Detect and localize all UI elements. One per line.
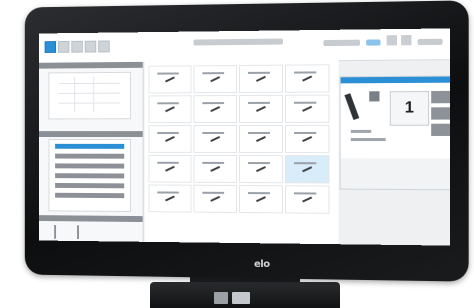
item-glyph-icon [210, 106, 221, 113]
detail-panel: 1 [339, 75, 450, 191]
status-badge [366, 39, 381, 46]
tool-icon [344, 93, 360, 121]
list-item[interactable] [55, 182, 125, 189]
detail-footer [340, 158, 450, 190]
app-toolbar [38, 28, 450, 64]
item-grid [144, 60, 339, 245]
item-glyph-icon [210, 76, 221, 83]
status-text [323, 39, 361, 47]
grid-cell[interactable] [284, 94, 330, 123]
item-glyph-icon [302, 135, 313, 143]
item-glyph-icon [302, 75, 313, 82]
info-badge-icon [369, 91, 380, 102]
quantity-display: 1 [389, 91, 430, 126]
detail-action-button[interactable] [431, 107, 450, 120]
port-b [232, 292, 250, 304]
grid-cell[interactable] [239, 184, 283, 214]
port-a [214, 292, 228, 304]
toolbar-button[interactable] [84, 40, 97, 53]
item-glyph-icon [255, 75, 266, 82]
grid-cell-selected[interactable] [284, 155, 330, 184]
grid-cell[interactable] [284, 64, 330, 93]
item-glyph-icon [302, 105, 313, 112]
grid-cell[interactable] [148, 95, 192, 124]
window-title [193, 38, 283, 46]
toolbar-button-active[interactable] [44, 41, 57, 53]
list-item[interactable] [55, 163, 125, 169]
grid-cell[interactable] [148, 154, 192, 183]
grid-cell[interactable] [193, 154, 238, 183]
list-item[interactable] [55, 173, 125, 179]
sidebar-section-header [38, 131, 143, 137]
grid-cell[interactable] [148, 65, 192, 94]
grid-cell[interactable] [239, 124, 283, 154]
item-glyph-icon [255, 135, 266, 143]
item-glyph-icon [302, 166, 313, 173]
toolbar-mini-button[interactable] [401, 34, 412, 46]
grid-cell[interactable] [193, 184, 238, 213]
toolbar-button[interactable] [98, 40, 110, 53]
detail-action-button[interactable] [431, 90, 450, 104]
grid-cell[interactable] [284, 124, 330, 154]
list-item[interactable] [55, 153, 125, 159]
status-text [417, 38, 443, 46]
detail-text [350, 138, 386, 142]
grid-cell[interactable] [148, 125, 192, 153]
toolbar-button[interactable] [71, 40, 83, 53]
item-glyph-icon [302, 196, 313, 203]
item-glyph-icon [165, 106, 175, 113]
item-glyph-icon [165, 195, 175, 202]
item-glyph-icon [165, 76, 175, 83]
preview-card-grid[interactable] [48, 71, 131, 120]
grid-cell[interactable] [239, 94, 283, 124]
item-glyph-icon [165, 135, 175, 142]
grid-cell[interactable] [193, 125, 238, 153]
list-item[interactable] [55, 192, 125, 199]
list-panel[interactable] [48, 138, 131, 213]
toolbar-mini-button[interactable] [386, 35, 397, 46]
touchscreen-display[interactable]: 1 [38, 28, 450, 246]
item-glyph-icon [165, 165, 175, 172]
ladder-icon [54, 225, 79, 240]
toolbar-button[interactable] [57, 40, 70, 53]
grid-cell[interactable] [284, 185, 330, 214]
item-glyph-icon [210, 165, 221, 172]
grid-cell[interactable] [148, 184, 192, 213]
item-glyph-icon [255, 166, 266, 173]
list-item-selected[interactable] [55, 143, 125, 149]
brand-logo: elo [254, 259, 270, 270]
detail-text [350, 129, 372, 133]
item-glyph-icon [210, 135, 221, 143]
sidebar-section-header [38, 215, 143, 223]
item-glyph-icon [255, 196, 266, 203]
detail-action-button[interactable] [431, 123, 450, 136]
sidebar-header [38, 61, 143, 69]
grid-cell[interactable] [193, 65, 238, 94]
grid-cell[interactable] [193, 95, 238, 124]
left-sidebar [38, 61, 144, 242]
detail-panel-header [340, 76, 450, 84]
grid-cell[interactable] [239, 64, 283, 94]
grid-cell[interactable] [239, 154, 283, 184]
item-glyph-icon [255, 105, 266, 112]
item-glyph-icon [210, 195, 221, 202]
